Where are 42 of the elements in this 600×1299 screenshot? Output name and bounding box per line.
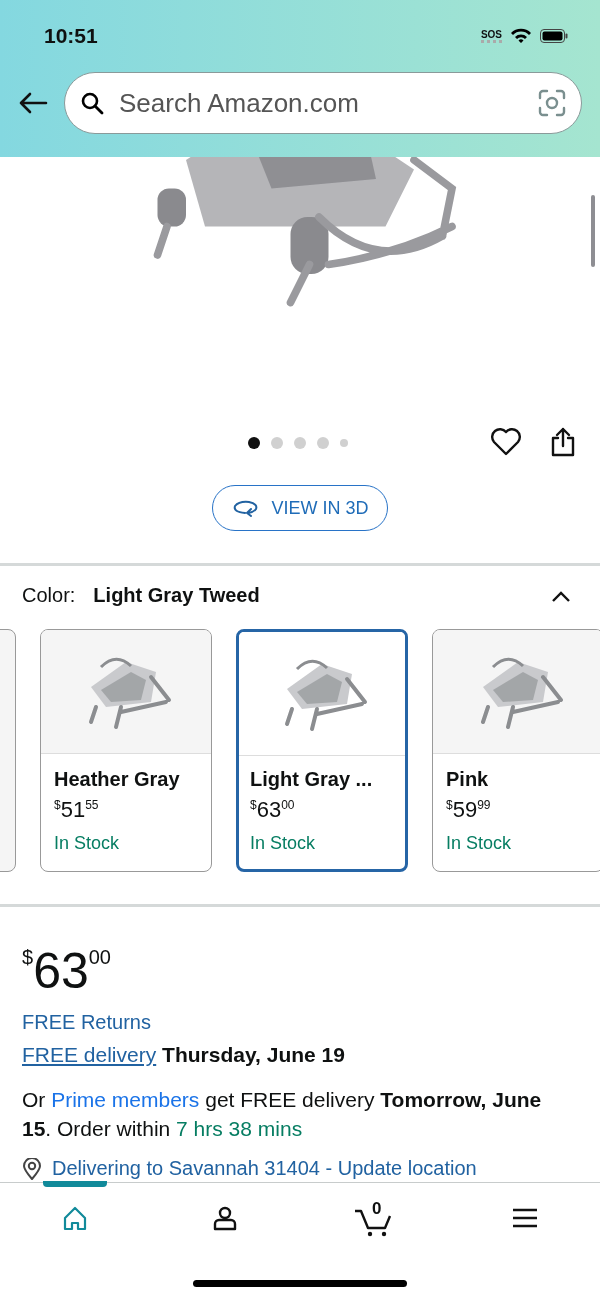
search-icon (80, 91, 104, 115)
back-arrow-icon[interactable] (18, 91, 48, 115)
link[interactable]: FREE delivery (22, 1043, 157, 1066)
link[interactable]: Prime members (51, 1088, 200, 1111)
color-label: Color: (22, 584, 76, 607)
person-icon[interactable] (212, 1205, 238, 1231)
cart-count: 0 (372, 1199, 382, 1219)
stock-status: In Stock (54, 833, 121, 854)
location-pin-icon (22, 1157, 42, 1180)
search-field[interactable]: Search Amazon.com (64, 72, 582, 134)
swatch-price: $^{$}$63$^{00}$ (250, 797, 296, 823)
battery-icon (540, 29, 568, 43)
share-icon[interactable] (550, 427, 576, 457)
returns-link[interactable]: FREE Returns (22, 1011, 578, 1034)
home-icon[interactable] (62, 1205, 88, 1231)
swatch-card[interactable]: Heather Gray $^{$}$51$^{55}$ In Stock (40, 629, 212, 872)
wifi-icon (510, 28, 532, 44)
swatch-name: Light Gray ... (250, 768, 374, 791)
carousel-dot[interactable] (271, 437, 283, 449)
delivery-text: FREE delivery Thursday, June 19 (22, 1042, 346, 1068)
stock-status: In Stock (250, 833, 317, 854)
swatch-price: $^{$}$51$^{55}$ (54, 797, 100, 823)
carousel-dot[interactable] (248, 437, 260, 449)
product-price: $^{$}$63$^{00}$ (22, 942, 112, 1001)
stock-status: In Stock (446, 833, 513, 854)
swatch-card[interactable]: Pink $^{$}$59$^{99}$ In Stock (432, 629, 600, 872)
location-link[interactable]: Delivering to Savannah 31404 - Update location (52, 1157, 477, 1180)
scroll-indicator (591, 195, 595, 267)
status-time: 10:51 (44, 24, 98, 48)
swatch-card[interactable]: Light Gray ... $^{$}$63$^{00}$ In Stock (236, 629, 408, 872)
swatch-name: Heather Gray (54, 768, 181, 791)
prime-delivery-text: Or Prime members get FREE delivery Tomorrow, June 15. Order within 7 hrs 38 mins (22, 1087, 543, 1142)
carousel-dot[interactable] (294, 437, 306, 449)
view-in-3d-button[interactable]: VIEW IN 3D (212, 485, 388, 531)
swatch-price: $^{$}$59$^{99}$ (446, 797, 492, 823)
camera-scan-icon[interactable] (538, 89, 566, 117)
carousel-dot[interactable] (340, 439, 348, 447)
swatch-name: Pink (446, 768, 490, 791)
color-value: Light Gray Tweed (93, 584, 261, 607)
carousel-dot[interactable] (317, 437, 329, 449)
sos-indicator: SOS (480, 29, 502, 43)
heart-icon[interactable] (490, 427, 522, 457)
